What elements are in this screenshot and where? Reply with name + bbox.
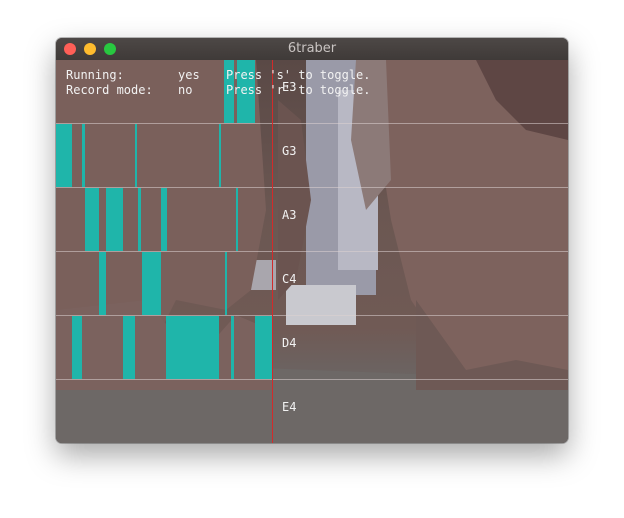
note-label-d4: D4 xyxy=(282,336,297,350)
note-block xyxy=(142,252,161,315)
note-block xyxy=(231,316,234,379)
grid-line xyxy=(56,123,568,124)
note-block xyxy=(161,188,167,251)
note-block xyxy=(85,188,99,251)
note-block xyxy=(225,252,227,315)
note-block xyxy=(219,124,221,187)
record-mode-label: Record mode: xyxy=(66,83,153,97)
note-block xyxy=(82,124,85,187)
piano-roll-canvas[interactable]: E3 G3 A3 C4 D4 E4 Running: yes Press 's'… xyxy=(56,60,568,443)
running-hint: Press 's' to toggle. xyxy=(226,68,371,82)
note-label-a3: A3 xyxy=(282,208,297,222)
note-block xyxy=(99,252,106,315)
note-block xyxy=(138,188,141,251)
note-block xyxy=(255,316,272,379)
title-bar[interactable]: 6traber xyxy=(56,38,568,61)
app-window: 6traber E3 G3 A3 C4 D4 E4 Running: yes P… xyxy=(56,38,568,443)
note-block xyxy=(56,124,72,187)
running-label: Running: xyxy=(66,68,124,82)
note-block xyxy=(135,124,137,187)
grid-line xyxy=(56,187,568,188)
note-block xyxy=(72,316,82,379)
record-mode-value: no xyxy=(178,83,193,97)
note-block xyxy=(106,188,123,251)
grid-line xyxy=(56,379,568,380)
note-label-c4: C4 xyxy=(282,272,297,286)
grid-line xyxy=(56,251,568,252)
note-block xyxy=(166,316,219,379)
record-mode-hint: Press 'r' to toggle. xyxy=(226,83,371,97)
note-label-e4: E4 xyxy=(282,400,297,414)
note-block xyxy=(236,188,238,251)
note-label-g3: G3 xyxy=(282,144,297,158)
playhead-line xyxy=(272,60,273,443)
running-value: yes xyxy=(178,68,200,82)
note-block xyxy=(123,316,135,379)
window-title: 6traber xyxy=(287,41,337,56)
